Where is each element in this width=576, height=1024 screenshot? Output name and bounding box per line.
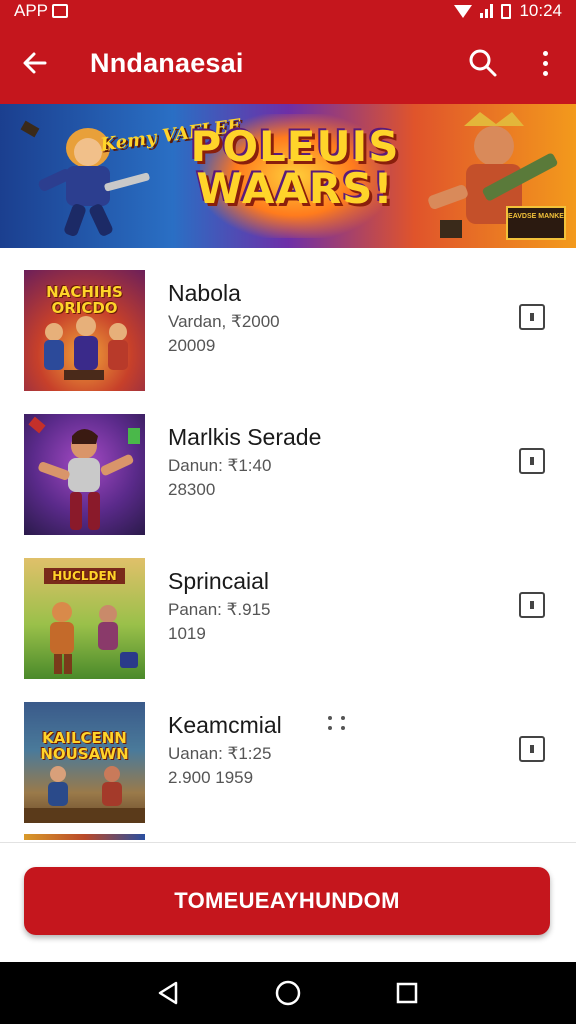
app-bar: Nndanaesai (0, 22, 576, 104)
more-options-button[interactable] (514, 22, 576, 104)
screen: APP 10:24 Nndanaesai Kemy VAFLEE POLEUIS… (0, 0, 576, 1024)
item-price: Panan: ₹.915 (168, 600, 271, 619)
primary-cta-button[interactable]: TOMEUEAYHUNDOM (24, 867, 550, 935)
item-count: 20009 (168, 336, 216, 355)
status-left: APP (14, 1, 69, 21)
system-nav-bar (0, 962, 576, 1024)
banner-badge: EAVDSE MANKE (506, 206, 566, 240)
nav-recents-button[interactable] (387, 973, 427, 1013)
thumb-text: HUCLDEN (44, 568, 125, 584)
banner-title: POLEUIS WAARS! (190, 122, 400, 213)
search-button[interactable] (452, 22, 514, 104)
item-count: 28300 (168, 480, 216, 499)
square-recents-icon (396, 982, 417, 1004)
item-price: Danun: ₹1:40 (168, 456, 272, 475)
item-count: 1019 (168, 624, 206, 643)
list-item[interactable]: KAILCENN NOUSAWN Keamcmial Uanan: ₹1:25 … (0, 694, 576, 823)
triangle-back-icon (159, 981, 178, 1005)
item-title: Keamcmial (168, 712, 282, 738)
item-price: Uanan: ₹1:25 (168, 744, 272, 763)
thumb-characters (50, 602, 138, 674)
drag-handle-icon[interactable] (328, 716, 346, 730)
list-item[interactable]: Marlkis Serade Danun: ₹1:40 28300 (0, 406, 576, 535)
item-action-icon[interactable] (519, 736, 545, 762)
game-list: NACHIHS ORICDO Nabola Vardan, ₹2000 2000… (0, 262, 576, 840)
search-icon (469, 49, 497, 77)
game-thumbnail: KAILCENN NOUSAWN (24, 702, 145, 823)
status-bar: APP 10:24 (0, 0, 576, 22)
promo-banner[interactable]: Kemy VAFLEE POLEUIS WAARS! EAVDSE MANKE (0, 104, 576, 248)
nav-home-button[interactable] (268, 973, 308, 1013)
back-button[interactable] (0, 22, 70, 104)
arrow-left-icon (23, 52, 47, 74)
app-title: Nndanaesai (90, 47, 244, 78)
list-item[interactable]: HUCLDEN Sprincaial Panan: ₹.915 1019 (0, 550, 576, 679)
next-item-peek (24, 834, 145, 840)
game-thumbnail: HUCLDEN (24, 558, 145, 679)
bottom-action-area: TOMEUEAYHUNDOM (0, 842, 576, 962)
item-title: Marlkis Serade (168, 424, 322, 450)
more-vert-icon (542, 50, 548, 76)
thumb-text: KAILCENN NOUSAWN (40, 729, 129, 763)
status-app-label: APP (14, 1, 49, 20)
signal-icon (480, 4, 494, 18)
item-title: Sprincaial (168, 568, 269, 594)
app-notification-icon (52, 4, 69, 18)
thumb-characters (24, 766, 145, 823)
game-thumbnail: NACHIHS ORICDO (24, 270, 145, 391)
nav-back-button[interactable] (149, 973, 189, 1013)
item-action-icon[interactable] (519, 592, 545, 618)
circle-home-icon (275, 980, 301, 1006)
wifi-icon (454, 4, 473, 18)
item-action-icon[interactable] (519, 304, 545, 330)
status-right: 10:24 (454, 1, 562, 21)
item-price: Vardan, ₹2000 (168, 312, 280, 331)
item-count: 2.900 1959 (168, 768, 254, 787)
list-item[interactable]: NACHIHS ORICDO Nabola Vardan, ₹2000 2000… (0, 262, 576, 391)
item-action-icon[interactable] (519, 448, 545, 474)
thumb-characters (44, 316, 128, 380)
item-title: Nabola (168, 280, 241, 306)
game-thumbnail (24, 414, 145, 535)
thumb-characters (28, 416, 140, 530)
battery-icon (501, 3, 512, 19)
status-time: 10:24 (519, 1, 562, 20)
